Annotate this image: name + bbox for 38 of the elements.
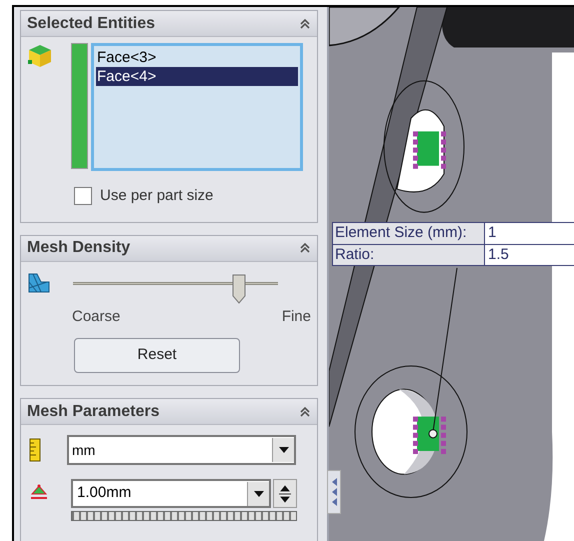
list-item[interactable]: Face<4> (96, 67, 298, 86)
list-item[interactable]: Face<3> (96, 48, 298, 67)
element-size-icon (29, 484, 49, 502)
section-header[interactable]: Mesh Density (21, 236, 317, 262)
unit-dropdown[interactable]: mm (67, 435, 296, 465)
section-title: Mesh Parameters (27, 402, 160, 422)
collapse-icon[interactable] (299, 18, 311, 30)
size-thumbwheel[interactable] (71, 511, 297, 521)
element-size-combobox[interactable]: 1.00mm (71, 479, 271, 508)
dropdown-arrow-icon (278, 447, 288, 453)
checkbox[interactable] (74, 187, 92, 206)
reset-button[interactable]: Reset (74, 338, 240, 373)
callout-value-field[interactable]: 1.5 (485, 245, 574, 265)
density-slider[interactable] (73, 274, 278, 304)
spin-arrows-icon (279, 484, 291, 504)
spin-button[interactable] (273, 479, 297, 508)
callout-value-field[interactable]: 1 (485, 223, 574, 244)
section-title: Selected Entities (27, 14, 156, 34)
selection-list[interactable]: Face<3> Face<4> (91, 43, 303, 171)
dropdown-arrow-icon (254, 490, 264, 496)
collapse-arrows-icon (330, 476, 338, 508)
cube-icon (27, 43, 53, 69)
section-header[interactable]: Mesh Parameters (21, 399, 317, 425)
dropdown-button[interactable] (272, 438, 294, 462)
slider-thumb[interactable] (232, 274, 246, 304)
element-size-value: 1.00mm (76, 483, 132, 504)
checkbox-label: Use per part size (100, 186, 214, 206)
dropdown-button[interactable] (247, 482, 269, 506)
section-header[interactable]: Selected Entities (21, 11, 317, 37)
ruler-icon (29, 438, 41, 462)
panel-toggle-tab[interactable] (327, 470, 341, 514)
coarse-label: Coarse (72, 306, 120, 326)
mesh-density-icon (27, 272, 51, 294)
collapse-icon[interactable] (299, 242, 311, 254)
collapse-icon[interactable] (299, 406, 311, 418)
unit-value: mm (71, 440, 96, 460)
fine-label: Fine (282, 306, 311, 326)
section-title: Mesh Density (27, 238, 130, 258)
